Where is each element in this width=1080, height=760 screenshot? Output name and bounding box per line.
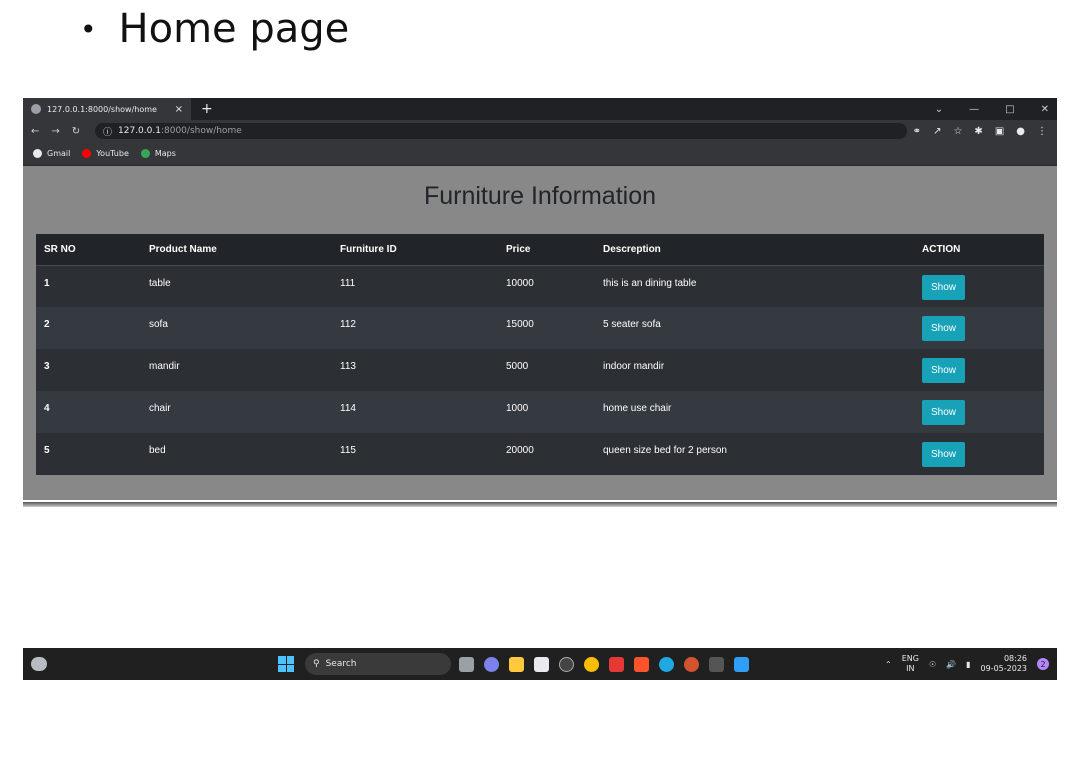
brave-icon[interactable] (634, 656, 649, 672)
column-header: Descreption (595, 234, 914, 266)
show-button[interactable]: Show (922, 400, 966, 425)
browser-tab[interactable]: 127.0.0.1:8000/show/home × (23, 98, 191, 120)
info-icon[interactable]: ⓘ (103, 125, 112, 138)
taskbar: ⚲ Search ⌃ ENG IN ☉ 🔊 ▮ 08:26 09-05-2023 2 (23, 648, 1057, 680)
menu-icon[interactable]: ⋮ (1037, 126, 1047, 137)
close-tab-icon[interactable]: × (175, 104, 183, 115)
search-icon: ⚲ (313, 659, 320, 669)
browser-window: 127.0.0.1:8000/show/home × + ⌄ — □ ✕ ← →… (23, 98, 1057, 506)
share-icon[interactable]: ↗ (933, 126, 941, 137)
restore-icon[interactable]: □ (1005, 104, 1014, 115)
taskbar-search[interactable]: ⚲ Search (305, 653, 451, 675)
column-header: Furniture ID (332, 234, 498, 266)
reload-icon[interactable]: ↻ (72, 126, 80, 137)
slide-title: • Home page (80, 6, 349, 52)
edge-icon[interactable] (659, 656, 674, 672)
show-button[interactable]: Show (922, 316, 966, 341)
terminal-icon[interactable] (709, 656, 724, 672)
chrome-icon[interactable] (584, 656, 599, 672)
maps-icon (140, 149, 150, 158)
tab-search-icon[interactable]: ⌄ (935, 104, 943, 115)
new-tab-button[interactable]: + (201, 101, 213, 117)
show-button[interactable]: Show (922, 442, 966, 467)
chevron-up-icon[interactable]: ⌃ (885, 660, 892, 669)
toolbar-icons: ⚭ ↗ ☆ ✱ ▣ ● ⋮ (913, 126, 1047, 137)
profile-icon[interactable]: ● (1016, 126, 1025, 137)
mcafee-icon[interactable] (609, 656, 624, 672)
star-icon[interactable]: ☆ (953, 126, 962, 137)
vscode-icon[interactable] (734, 656, 749, 672)
url-input[interactable]: ⓘ 127.0.0.1:8000/show/home (95, 123, 907, 139)
file-explorer-icon[interactable] (509, 656, 524, 672)
volume-icon[interactable]: 🔊 (946, 660, 956, 669)
table-row: 1 table 111 10000 this is an dining tabl… (36, 265, 1044, 307)
minimize-icon[interactable]: — (969, 104, 979, 115)
address-bar: ← → ↻ ⓘ 127.0.0.1:8000/show/home ⚭ ↗ ☆ ✱… (23, 120, 1057, 142)
sidepanel-icon[interactable]: ▣ (995, 126, 1004, 137)
search-label: Search (325, 659, 357, 669)
bullet: • (80, 12, 97, 46)
slide-title-text: Home page (118, 6, 350, 52)
dell-icon[interactable] (559, 656, 574, 672)
system-tray: ⌃ ENG IN ☉ 🔊 ▮ 08:26 09-05-2023 2 (885, 654, 1049, 674)
clock[interactable]: 08:26 09-05-2023 (981, 654, 1028, 674)
tab-bar: 127.0.0.1:8000/show/home × + ⌄ — □ ✕ (23, 98, 1057, 120)
globe-icon (31, 104, 41, 114)
chat-icon[interactable] (484, 656, 499, 672)
notification-badge[interactable]: 2 (1037, 658, 1049, 670)
table-row: 5 bed 115 20000 queen size bed for 2 per… (36, 433, 1044, 475)
url-path: :8000/show/home (160, 126, 242, 136)
bookmark-youtube[interactable]: YouTube (82, 149, 129, 158)
furniture-table: SR NO Product Name Furniture ID Price De… (36, 234, 1044, 475)
table-row: 4 chair 114 1000 home use chair Show (36, 391, 1044, 433)
powerpoint-icon[interactable] (684, 656, 699, 672)
pinned-apps (459, 656, 749, 672)
back-icon[interactable]: ← (31, 126, 39, 137)
close-window-icon[interactable]: ✕ (1041, 104, 1049, 115)
tab-title: 127.0.0.1:8000/show/home (47, 104, 157, 114)
column-header: SR NO (36, 234, 141, 266)
bookmarks-bar: Gmail YouTube Maps (23, 142, 1057, 166)
table-row: 3 mandir 113 5000 indoor mandir Show (36, 349, 1044, 391)
network-icon[interactable]: ☉ (929, 660, 936, 669)
page-content: Furniture Information SR NO Product Name… (23, 166, 1057, 500)
store-icon[interactable] (534, 656, 549, 672)
language-indicator[interactable]: ENG IN (902, 654, 919, 674)
column-header: Product Name (141, 234, 332, 266)
show-button[interactable]: Show (922, 274, 966, 300)
youtube-icon (82, 149, 92, 158)
column-header: ACTION (914, 234, 1044, 266)
url-host: 127.0.0.1 (118, 126, 161, 136)
forward-icon[interactable]: → (51, 126, 59, 137)
weather-icon[interactable] (31, 657, 47, 671)
show-button[interactable]: Show (922, 358, 966, 383)
windows-start-icon[interactable] (278, 656, 294, 672)
task-view-icon[interactable] (459, 656, 474, 672)
page-heading: Furniture Information (423, 182, 657, 210)
bookmark-gmail[interactable]: Gmail (33, 149, 70, 158)
table-row: 2 sofa 112 15000 5 seater sofa Show (36, 307, 1044, 349)
bookmark-maps[interactable]: Maps (140, 149, 176, 158)
extensions-icon[interactable]: ✱ (974, 126, 982, 137)
window-shadow (23, 502, 1057, 507)
key-icon[interactable]: ⚭ (913, 126, 921, 137)
window-controls: ⌄ — □ ✕ (935, 98, 1049, 120)
battery-icon[interactable]: ▮ (966, 660, 970, 669)
column-header: Price (498, 234, 595, 266)
google-icon (33, 149, 42, 158)
